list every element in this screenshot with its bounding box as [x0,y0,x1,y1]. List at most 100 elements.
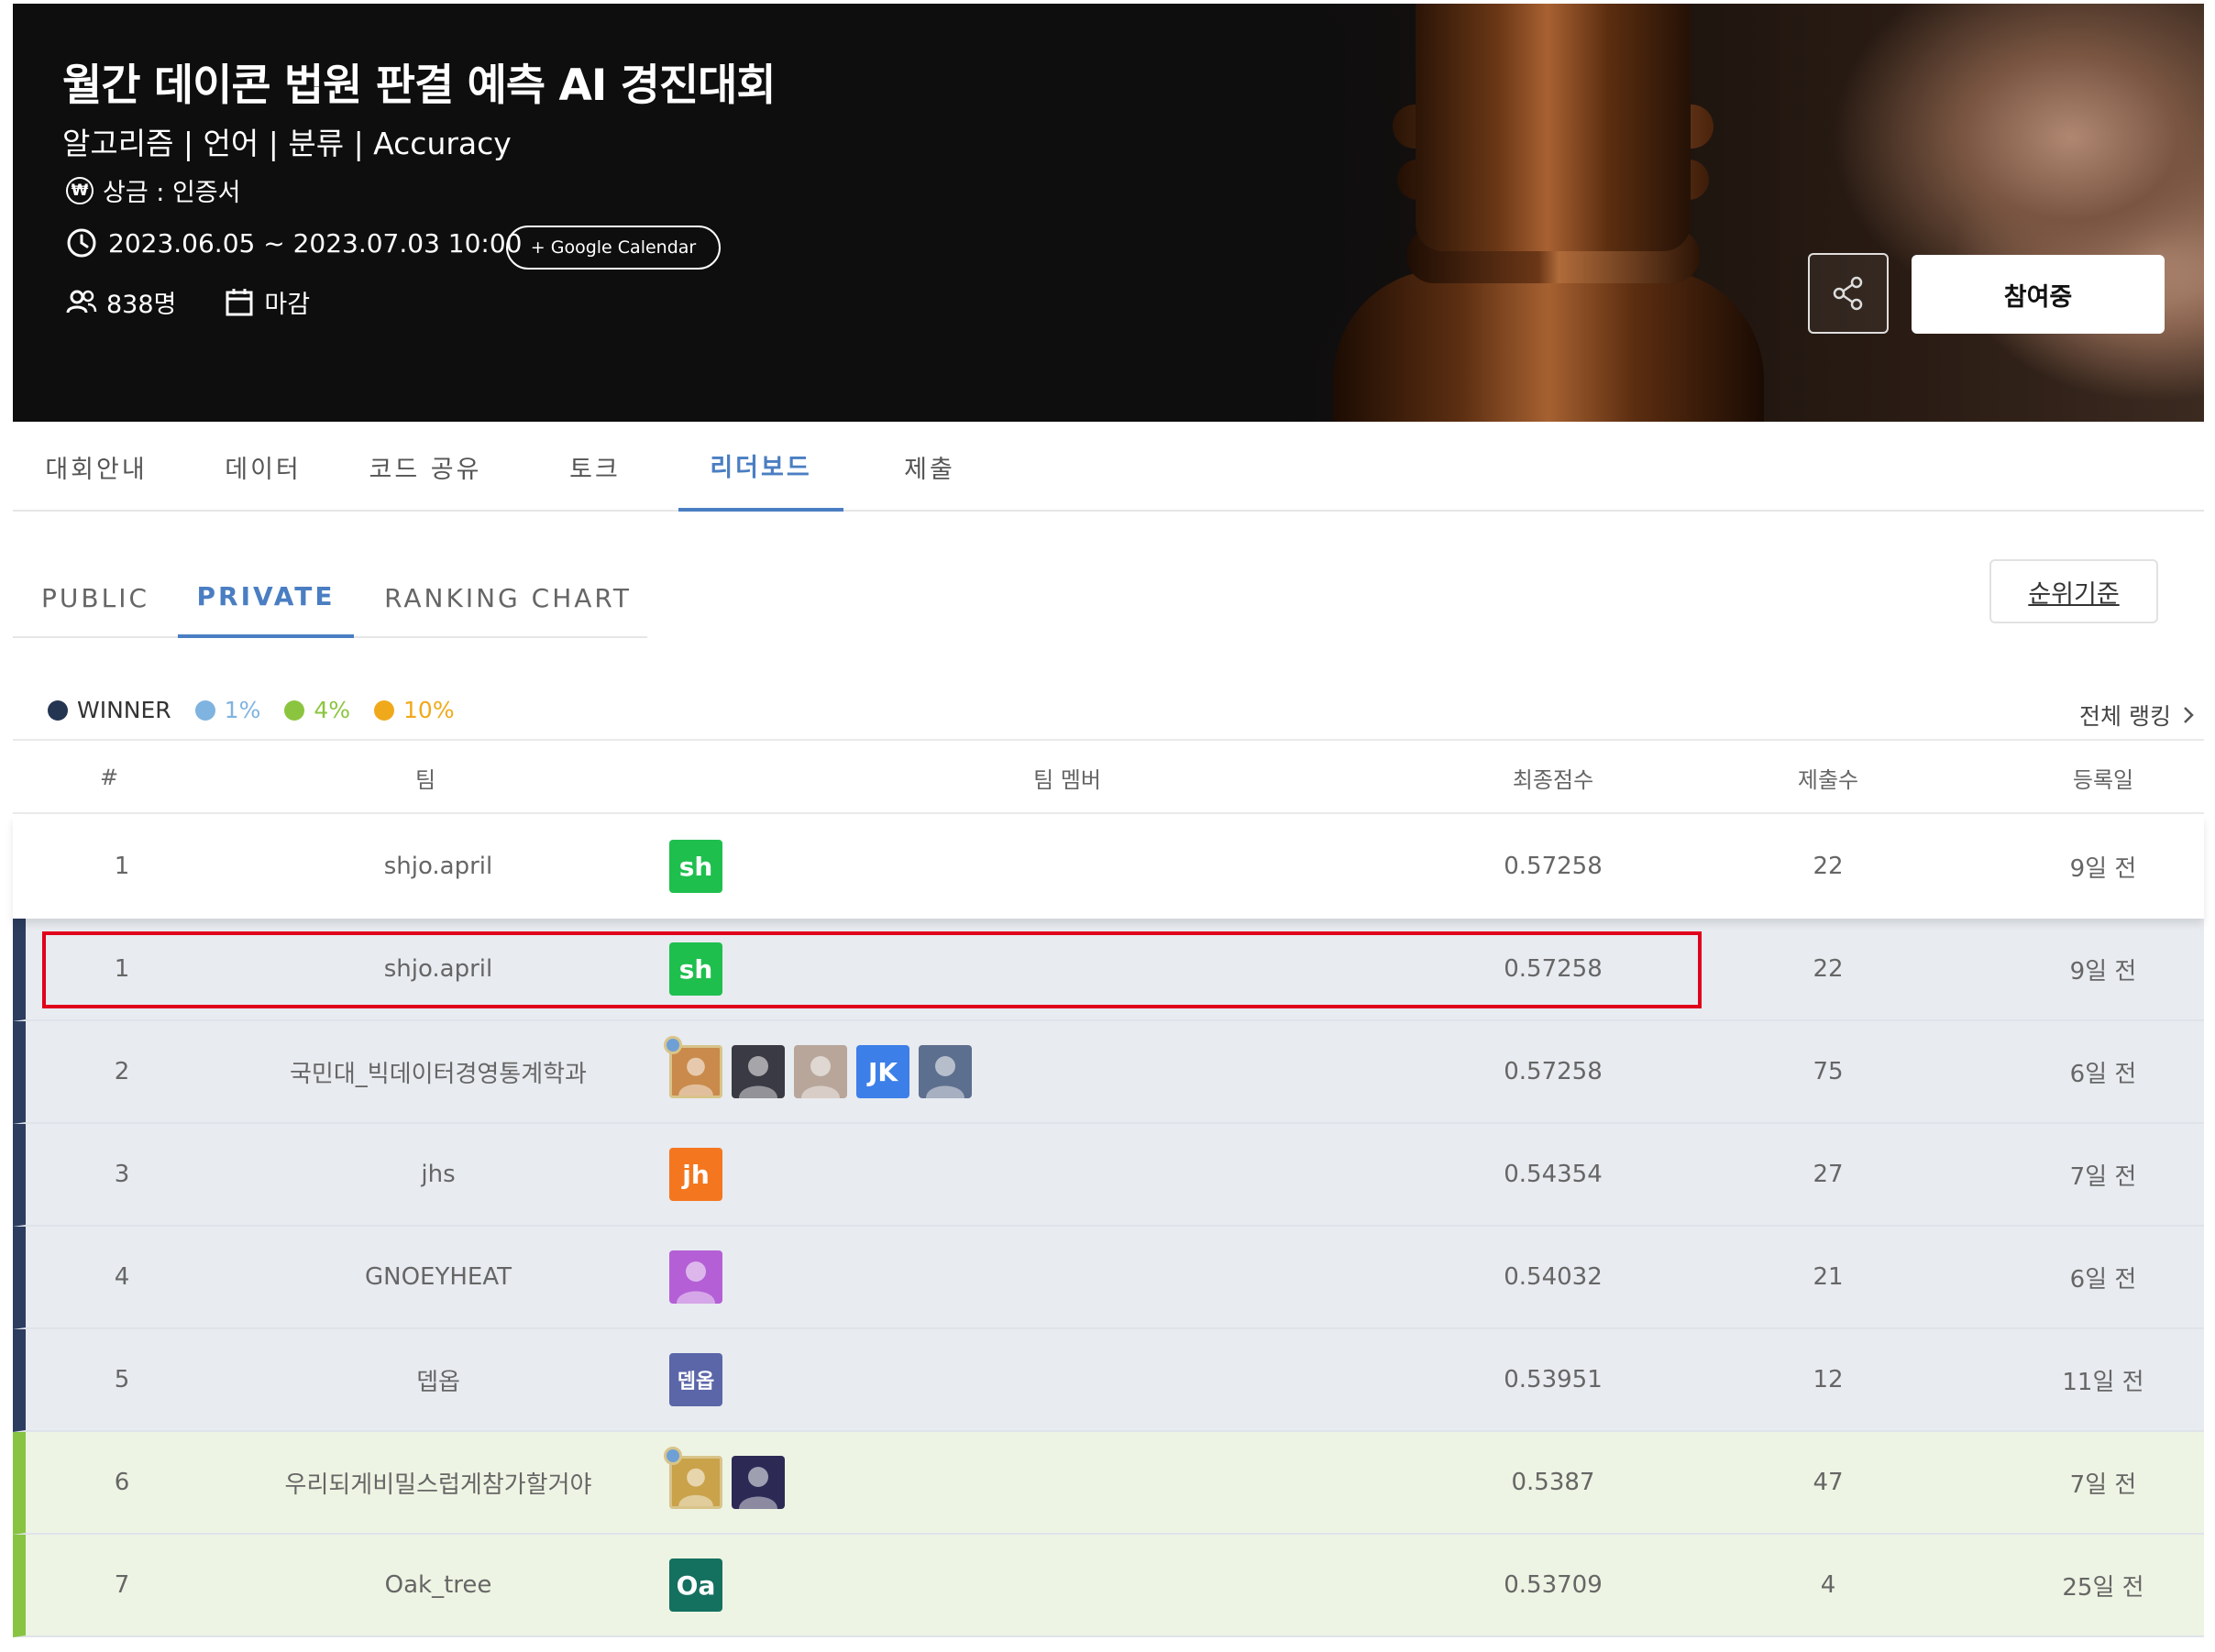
status-text: 마감 [264,291,311,319]
row-team[interactable]: 국민대_빅데이터경영통계학과 [209,1021,667,1122]
competition-tabs: 대회안내 데이터 코드 공유 토크 리더보드 제출 [13,422,2204,512]
header-score: 최종점수 [1512,766,1594,793]
gavel-image [1333,270,1764,422]
user-photo-icon [739,1467,777,1509]
row-score: 0.53709 [1504,1571,1603,1599]
legend-dot [48,699,68,721]
participants-text: 838명 [106,291,177,319]
row-score: 0.57258 [1504,955,1603,983]
google-calendar-button[interactable]: + Google Calendar [506,226,721,270]
chevron-right-icon [2184,707,2194,723]
header-team: 팀 [414,766,436,793]
row-team[interactable]: Oak_tree [209,1535,667,1635]
row-date: 9일 전 [2069,854,2137,883]
row-score: 0.54354 [1504,1161,1603,1188]
avatar [794,1045,847,1098]
share-icon [1833,276,1863,311]
row-score: 0.57258 [1504,1058,1603,1085]
row-team[interactable]: 뎁옵 [209,1329,667,1430]
avatar: sh [669,840,722,893]
legend-label: 10% [403,697,455,723]
tab-overview[interactable]: 대회안내 [29,422,163,512]
avatar [669,1250,722,1304]
row-members: JK [664,1021,972,1122]
row-score: 0.57258 [1504,853,1603,880]
row-members: sh [669,919,722,1019]
member-avatar[interactable] [664,1036,722,1098]
legend-1pct: 1% [194,697,260,723]
row-team[interactable]: shjo.april [209,919,667,1019]
tab-code-share[interactable]: 코드 공유 [352,422,499,512]
member-avatar[interactable] [732,1456,785,1509]
full-ranking-label: 전체 랭킹 [2079,703,2171,730]
join-status-button[interactable]: 참여중 [1912,255,2165,334]
full-ranking-link[interactable]: 전체 랭킹 [2079,699,2195,732]
user-photo-icon [801,1056,840,1098]
row-date: 7일 전 [2069,1162,2137,1191]
row-rank: 3 [114,1161,130,1188]
legend-dot [284,699,305,721]
avatar [732,1456,785,1509]
tab-leaderboard[interactable]: 리더보드 [678,422,843,512]
row-submissions: 22 [1813,853,1844,880]
row-members [669,1227,722,1327]
ranking-criteria-button[interactable]: 순위기준 [1989,559,2158,623]
table-row[interactable]: 6 우리되게비밀스럽게참가할거야 0.5387 47 7일 전 [13,1432,2204,1535]
subtab-private[interactable]: PRIVATE [178,557,354,638]
member-avatar[interactable] [919,1045,972,1098]
period-text: 2023.06.05 ~ 2023.07.03 10:00 [108,227,523,259]
member-avatar[interactable]: sh [669,840,722,893]
member-avatar[interactable]: jh [669,1148,722,1201]
header-submissions: 제출수 [1797,766,1859,793]
table-row[interactable]: 2 국민대_빅데이터경영통계학과 0.57258 75 6일 전 JK [13,1021,2204,1124]
row-rank: 2 [114,1058,130,1085]
gavel-image-part [1416,4,1691,251]
row-submissions: 75 [1813,1058,1844,1085]
row-submissions: 27 [1813,1161,1844,1188]
share-button[interactable] [1808,253,1889,334]
tab-data[interactable]: 데이터 [204,422,323,512]
row-rank: 7 [114,1571,130,1599]
row-rank: 1 [114,853,130,880]
row-rank: 5 [114,1366,130,1393]
row-team[interactable]: jhs [209,1124,667,1225]
legend-label: 4% [314,697,351,723]
leaderboard-header: # 팀 팀 멤버 최종점수 제출수 등록일 [13,739,2204,814]
row-rank: 6 [114,1469,130,1496]
user-photo-icon [926,1056,964,1098]
table-row[interactable]: 3 jhs 0.54354 27 7일 전 jh [13,1124,2204,1227]
member-avatar[interactable]: JK [856,1045,909,1098]
member-avatar[interactable]: 뎁옵 [669,1353,722,1406]
subtab-public[interactable]: PUBLIC [31,557,160,638]
tab-submit[interactable]: 제출 [875,422,985,512]
member-avatar[interactable]: Oa [669,1558,722,1612]
row-team[interactable]: GNOEYHEAT [209,1227,667,1327]
tier-legend: WINNER 1% 4% 10% [48,697,479,723]
member-avatar[interactable]: sh [669,942,722,996]
legend-dot [374,699,395,721]
table-row[interactable]: 1 shjo.april 0.57258 22 9일 전 sh [13,919,2204,1021]
table-row[interactable]: 7 Oak_tree 0.53709 4 25일 전 Oa [13,1535,2204,1637]
row-submissions: 21 [1813,1263,1844,1291]
table-row[interactable]: 1 shjo.april 0.57258 22 9일 전 sh [13,816,2204,919]
subtab-ranking-chart[interactable]: RANKING CHART [380,557,636,638]
row-score: 0.54032 [1504,1263,1603,1291]
legend-label: WINNER [77,697,171,723]
row-team[interactable]: shjo.april [209,816,667,917]
row-members: Oa [669,1535,722,1635]
competition-banner: 월간 데이콘 법원 판결 예측 AI 경진대회 알고리즘 | 언어 | 분류 |… [13,4,2204,422]
row-date: 6일 전 [2069,1265,2137,1294]
legend-winner: WINNER [48,697,171,723]
member-avatar[interactable] [664,1447,722,1509]
legend-dot [194,699,215,721]
row-submissions: 4 [1820,1571,1836,1599]
table-row[interactable]: 5 뎁옵 0.53951 12 11일 전 뎁옵 [13,1329,2204,1432]
member-avatar[interactable] [669,1250,722,1304]
member-avatar[interactable] [732,1045,785,1098]
member-avatar[interactable] [794,1045,847,1098]
header-members: 팀 멤버 [1033,766,1101,793]
competition-tags: 알고리즘 | 언어 | 분류 | Accuracy [62,126,512,161]
tab-talk[interactable]: 토크 [545,422,645,512]
table-row[interactable]: 4 GNOEYHEAT 0.54032 21 6일 전 [13,1227,2204,1329]
row-team[interactable]: 우리되게비밀스럽게참가할거야 [209,1432,667,1533]
